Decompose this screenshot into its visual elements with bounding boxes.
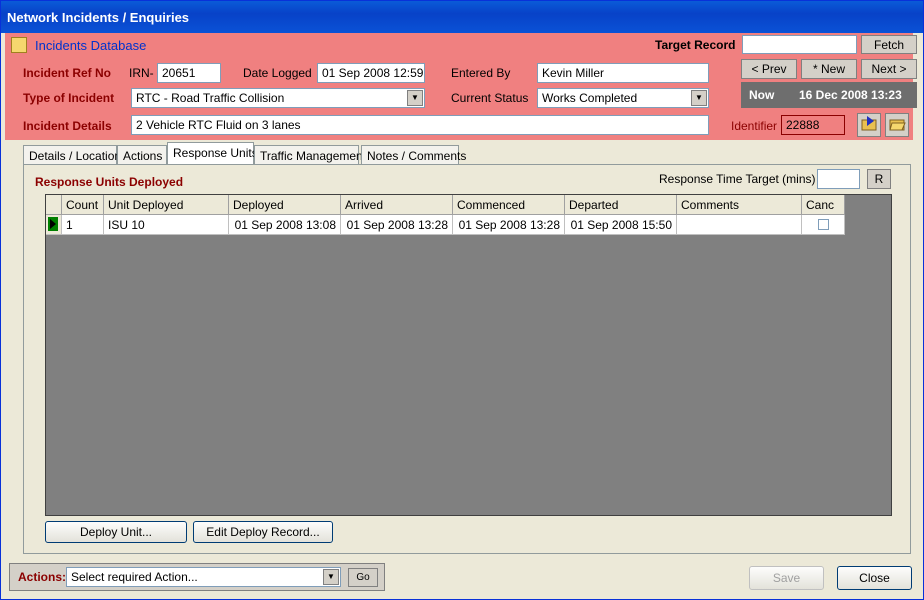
type-of-incident-value: RTC - Road Traffic Collision — [136, 91, 285, 105]
target-record-label: Target Record — [655, 38, 736, 52]
new-record-button[interactable]: * New — [801, 59, 857, 79]
table-cell-comments[interactable] — [677, 215, 802, 235]
current-status-value: Works Completed — [542, 91, 638, 105]
actions-select[interactable]: Select required Action... ▼ — [66, 567, 341, 587]
irn-label: IRN- — [129, 66, 154, 80]
table-cell-departed[interactable]: 01 Sep 2008 15:50 — [565, 215, 677, 235]
entered-by-field[interactable]: Kevin Miller — [537, 63, 709, 83]
table-cell-arrived[interactable]: 01 Sep 2008 13:28 — [341, 215, 453, 235]
column-header[interactable]: Count — [62, 195, 104, 215]
type-of-incident-select[interactable]: RTC - Road Traffic Collision ▼ — [131, 88, 425, 108]
date-logged-field[interactable]: 01 Sep 2008 12:59 — [317, 63, 425, 83]
title-bar: Network Incidents / Enquiries — [1, 1, 923, 33]
response-units-grid[interactable]: Count Unit Deployed Deployed Arrived Com… — [45, 194, 892, 516]
response-units-heading: Response Units Deployed — [35, 175, 184, 189]
r-button[interactable]: R — [867, 169, 891, 189]
tab-actions[interactable]: Actions — [117, 145, 167, 165]
actions-select-value: Select required Action... — [71, 570, 198, 584]
incident-ref-label: Incident Ref No — [23, 66, 112, 80]
chevron-down-icon[interactable]: ▼ — [323, 569, 339, 585]
fetch-button[interactable]: Fetch — [861, 35, 917, 54]
next-button[interactable]: Next > — [861, 59, 917, 79]
response-time-target-label: Response Time Target (mins) — [659, 172, 816, 186]
incident-details-label: Incident Details — [23, 119, 112, 133]
canc-checkbox[interactable] — [817, 219, 829, 230]
response-time-target-input[interactable] — [817, 169, 860, 189]
current-row-arrow-icon — [48, 217, 58, 231]
entered-by-label: Entered By — [451, 66, 511, 80]
row-selector-header — [46, 195, 62, 215]
chevron-down-icon[interactable]: ▼ — [691, 90, 707, 106]
identifier-label: Identifier — [731, 119, 778, 133]
column-header[interactable]: Deployed — [229, 195, 341, 215]
table-cell-commenced[interactable]: 01 Sep 2008 13:28 — [453, 215, 565, 235]
run-report-button[interactable] — [857, 113, 881, 137]
tab-traffic-management[interactable]: Traffic Management — [254, 145, 366, 165]
now-datetime: 16 Dec 2008 13:23 — [799, 88, 902, 102]
go-button[interactable]: Go — [348, 568, 378, 587]
column-header[interactable]: Comments — [677, 195, 802, 215]
column-header[interactable]: Arrived — [341, 195, 453, 215]
close-button[interactable]: Close — [837, 566, 912, 590]
folder-open-icon — [889, 119, 906, 131]
table-cell-count[interactable]: 1 — [62, 215, 104, 235]
table-cell-deployed[interactable]: 01 Sep 2008 13:08 — [229, 215, 341, 235]
header-panel: Incidents Database Target Record Fetch I… — [5, 33, 917, 140]
tab-response-units[interactable]: Response Units — [167, 142, 258, 165]
tab-notes-comments[interactable]: Notes / Comments — [361, 145, 466, 165]
column-header[interactable]: Canc — [802, 195, 845, 215]
column-header[interactable]: Unit Deployed — [104, 195, 229, 215]
now-label: Now — [749, 88, 775, 102]
identifier-field: 22888 — [781, 115, 845, 135]
window-title: Network Incidents / Enquiries — [7, 10, 190, 25]
current-status-select[interactable]: Works Completed ▼ — [537, 88, 709, 108]
prev-button[interactable]: < Prev — [741, 59, 797, 79]
chevron-down-icon[interactable]: ▼ — [407, 90, 423, 106]
tab-details-location[interactable]: Details / Location — [23, 145, 121, 165]
table-cell-unit[interactable]: ISU 10 — [104, 215, 229, 235]
column-header[interactable]: Departed — [565, 195, 677, 215]
edit-deploy-record-button[interactable]: Edit Deploy Record... — [193, 521, 333, 543]
current-status-label: Current Status — [451, 91, 529, 105]
incident-details-field[interactable]: 2 Vehicle RTC Fluid on 3 lanes — [131, 115, 709, 135]
row-selector[interactable] — [46, 215, 62, 235]
type-of-incident-label: Type of Incident — [23, 91, 115, 105]
play-folder-icon — [861, 116, 877, 131]
date-logged-label: Date Logged — [243, 66, 312, 80]
save-button[interactable]: Save — [749, 566, 824, 590]
target-record-input[interactable] — [742, 35, 857, 54]
lock-icon — [11, 37, 27, 53]
actions-label: Actions: — [18, 570, 66, 584]
now-clock: Now 16 Dec 2008 13:23 — [741, 82, 917, 108]
open-folder-button[interactable] — [885, 113, 909, 137]
incidents-window: Network Incidents / Enquiries Incidents … — [0, 0, 924, 600]
irn-field[interactable]: 20651 — [157, 63, 221, 83]
table-cell-canc — [802, 215, 845, 235]
deploy-unit-button[interactable]: Deploy Unit... — [45, 521, 187, 543]
app-title: Incidents Database — [35, 38, 147, 53]
actions-bar: Actions: Select required Action... ▼ Go — [9, 563, 385, 591]
column-header[interactable]: Commenced — [453, 195, 565, 215]
